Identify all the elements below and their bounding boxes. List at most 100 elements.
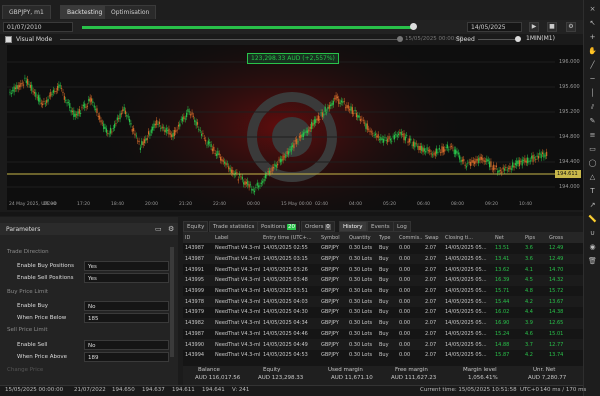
column-header[interactable]: Label — [213, 232, 261, 243]
column-header[interactable]: Quantity — [347, 232, 377, 243]
column-header[interactable]: Entry time (UTC+... — [261, 232, 319, 243]
end-date-input[interactable]: 14/05/2025 — [467, 22, 522, 32]
candle-body — [287, 151, 290, 155]
tab-orders[interactable]: Orders 0 — [301, 221, 335, 232]
text-icon[interactable]: T — [586, 186, 599, 196]
tab-events[interactable]: Events — [367, 221, 394, 232]
tab-equity[interactable]: Equity — [183, 221, 209, 232]
candle-body — [245, 181, 247, 184]
pane-divider[interactable] — [0, 212, 583, 216]
magnet-icon[interactable]: ∪ — [586, 228, 599, 238]
table-row[interactable]: 143999 NeedThat V4.3-ml 14/05/2025 03:51 GB… — [183, 286, 583, 297]
hand-icon[interactable]: ✋ — [586, 46, 599, 56]
column-header[interactable]: Net — [493, 232, 523, 243]
triangle-icon[interactable]: △ — [586, 172, 599, 182]
candle-body — [508, 168, 510, 170]
table-row[interactable]: 143978 NeedThat V4.3-ml 14/05/2025 04:03 GB… — [183, 296, 583, 308]
param-select[interactable]: Yes — [84, 261, 169, 271]
x-tick-label: 08:00 — [451, 202, 464, 207]
candle-body — [368, 128, 370, 130]
column-header[interactable]: Swap — [423, 232, 443, 243]
candle-body — [533, 157, 536, 159]
tab-trade-statistics[interactable]: Trade statistics — [209, 221, 259, 232]
table-row[interactable]: 143991 NeedThat V4.3-ml 14/05/2025 03:26 GB… — [183, 264, 583, 275]
ellipse-icon[interactable]: ◯ — [586, 158, 599, 168]
candle-body — [296, 139, 298, 145]
status-bar: 15/05/2025 00:00:00 21/07/2022 194.650 1… — [0, 385, 586, 396]
column-header[interactable]: Gross — [547, 232, 583, 243]
param-input[interactable]: 189 — [84, 352, 169, 362]
ruler-icon[interactable]: 📏 — [586, 214, 599, 224]
close-icon[interactable]: × — [586, 4, 599, 14]
table-row[interactable]: 143990 NeedThat V4.3-ml 14/05/2025 04:49 GB… — [183, 339, 583, 350]
trendline-icon[interactable]: ╱ — [586, 60, 599, 70]
pencil-icon[interactable]: ✎ — [586, 116, 599, 126]
candle-body — [421, 145, 423, 151]
section-trade-direction: Trade Direction — [7, 249, 49, 255]
table-cell: 14.32 — [547, 275, 583, 286]
eye-icon[interactable]: ◉ — [586, 242, 599, 252]
tab-history[interactable]: History — [339, 221, 367, 232]
candle-body — [180, 119, 182, 121]
table-row[interactable]: 143994 NeedThat V4.3-ml 14/05/2025 04:53 GB… — [183, 350, 583, 361]
candle-body — [259, 185, 261, 187]
progress-handle[interactable] — [410, 23, 417, 30]
settings-icon[interactable]: ⚙ — [566, 22, 576, 32]
tab-optimisation[interactable]: Optimisation — [104, 5, 157, 19]
tab-backtesting[interactable]: Backtesting — [60, 5, 110, 19]
table-cell: 13.74 — [549, 352, 564, 359]
mode-select[interactable]: 1MIN(M1) — [526, 35, 555, 42]
column-header[interactable]: Commis... — [397, 232, 423, 243]
channel-icon[interactable]: ⫽ — [586, 102, 599, 112]
rectangle-icon[interactable]: ▭ — [586, 144, 599, 154]
table-row[interactable]: 143987 NeedThat V4.3-ml 14/05/2025 02:55 GB… — [183, 243, 583, 254]
column-header[interactable]: Pips — [523, 232, 547, 243]
param-select[interactable]: No — [84, 301, 169, 311]
table-row[interactable]: 143979 NeedThat V4.3-ml 14/05/2025 04:30 GB… — [183, 307, 583, 318]
horizontal-line-icon[interactable]: ─ — [586, 74, 599, 84]
save-icon[interactable]: ▭ — [155, 225, 162, 233]
visual-progress-track — [60, 39, 400, 40]
tab-positions[interactable]: Positions 20 — [257, 221, 301, 232]
play-icon[interactable]: ▶ — [529, 22, 539, 32]
param-select[interactable]: Yes — [84, 273, 169, 283]
candle-body — [118, 118, 120, 120]
price-chart[interactable]: 123,298.33 AUD (+2,557%) 194.611 196.000… — [7, 45, 583, 210]
column-header[interactable]: Closing ti... — [443, 232, 493, 243]
candle-body — [109, 127, 112, 134]
parameters-scrollbar[interactable] — [170, 247, 174, 357]
speed-handle[interactable] — [515, 36, 521, 42]
visual-progress-handle[interactable] — [397, 36, 403, 42]
table-row[interactable]: 143987 NeedThat V4.3-ml 14/05/2025 03:15 GB… — [183, 253, 583, 265]
cursor-icon[interactable]: ↖ — [586, 18, 599, 28]
visual-mode-checkbox[interactable] — [5, 36, 12, 43]
trash-icon[interactable]: 🗑 — [586, 256, 599, 266]
tab-log[interactable]: Log — [393, 221, 411, 232]
candle-body — [196, 122, 199, 125]
crosshair-icon[interactable]: + — [586, 32, 599, 42]
column-header[interactable]: ID — [183, 232, 213, 243]
fibonacci-icon[interactable]: ≡ — [586, 130, 599, 140]
start-date-input[interactable]: 01/07/2010 — [3, 22, 73, 32]
candle-body — [175, 130, 177, 133]
table-cell: Buy — [379, 309, 389, 316]
table-row[interactable]: 143982 NeedThat V4.3-ml 14/05/2025 04:34 GB… — [183, 317, 583, 329]
table-cell: 0.00 — [397, 339, 423, 350]
tab-symbol[interactable]: GBPJPY, m1 — [2, 5, 51, 19]
candle-body — [186, 112, 188, 118]
candle-body — [293, 143, 295, 149]
candle-body — [268, 170, 271, 174]
vertical-line-icon[interactable]: │ — [586, 88, 599, 98]
stop-icon[interactable]: ■ — [547, 22, 557, 32]
column-header[interactable]: Type — [377, 232, 397, 243]
settings-icon[interactable]: ⚙ — [168, 225, 174, 233]
table-cell: 143982 — [183, 317, 213, 329]
param-input[interactable]: 185 — [84, 313, 169, 323]
table-row[interactable]: 143995 NeedThat V4.3-ml 14/05/2025 03:48 GB… — [183, 275, 583, 286]
candle-body — [33, 91, 36, 94]
column-header[interactable]: Symbol — [319, 232, 347, 243]
arrow-icon[interactable]: ↗ — [586, 200, 599, 210]
candle-body — [384, 137, 386, 139]
table-row[interactable]: 143987 NeedThat V4.3-ml 14/05/2025 04:46 GB… — [183, 329, 583, 340]
param-select[interactable]: No — [84, 340, 169, 350]
